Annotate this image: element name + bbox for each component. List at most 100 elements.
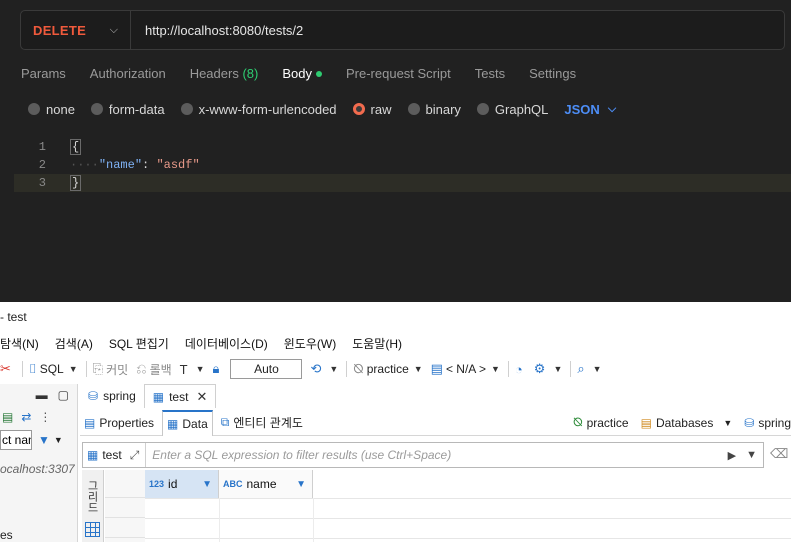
toolbar-separator (346, 361, 348, 377)
context-info: ⦰ practice ▤ Databases ▼ ⛁ spring (561, 415, 791, 430)
search-icon: ⌕ (577, 361, 585, 376)
dropdown-arrow-icon: ▼ (413, 364, 423, 374)
body-type-options: none form-data x-www-form-urlencoded raw… (28, 98, 616, 120)
body-option-binary[interactable]: binary (407, 102, 461, 117)
menu-sql-editor[interactable]: SQL 편집기 (109, 335, 169, 352)
dropdown-arrow-icon[interactable]: ▼ (54, 435, 63, 445)
schema-label: practice (586, 415, 629, 430)
rollback-button[interactable]: ⎌ 롤백 (136, 361, 172, 378)
filter-history-icon[interactable]: ▼ (746, 449, 757, 461)
body-option-form-data[interactable]: form-data (90, 102, 165, 117)
dropdown-arrow-icon: ▼ (68, 364, 78, 374)
tab-tests[interactable]: Tests (475, 66, 505, 81)
active-schema-select[interactable]: ⦰ practice ▼ (353, 361, 422, 377)
task-button[interactable]: ⚙ ▼ (534, 361, 563, 377)
body-editor[interactable]: 1 { 2 ····"name": "asdf" 3 } (14, 138, 791, 202)
tab-data[interactable]: ▦ Data (162, 409, 213, 436)
json-value: "asdf" (156, 158, 200, 172)
databases-label: Databases (655, 415, 714, 430)
apply-filter-icon[interactable]: ▶ (728, 449, 736, 462)
grid-line (145, 538, 791, 539)
search-button[interactable]: ⌕ ▼ (577, 361, 601, 377)
link-editor-icon[interactable]: ⇄ (21, 410, 31, 424)
text-type-icon: ABC (223, 479, 243, 489)
collapse-icon[interactable]: ▤ (2, 410, 13, 424)
sql-editor-button[interactable]: ⌷ SQL ▼ (29, 361, 78, 377)
connection-indicator[interactable]: ⛁ spring (744, 416, 791, 430)
tree-node-label[interactable]: es (0, 528, 13, 542)
navigator-filter-input[interactable] (0, 430, 32, 450)
column-header-name[interactable]: ABC name ▼ (219, 470, 313, 498)
dropdown-arrow-icon: ▼ (592, 364, 602, 374)
url-input[interactable]: http://localhost:8080/tests/2 (131, 23, 303, 38)
editor-line-current: 3 } (14, 174, 791, 192)
dropdown-arrow-icon: ▼ (329, 364, 339, 374)
menu-search[interactable]: 검색(A) (55, 335, 93, 352)
format-label: JSON (564, 101, 600, 117)
tab-pre-request-script[interactable]: Pre-request Script (346, 66, 451, 81)
auto-commit-field[interactable]: Auto (230, 359, 303, 379)
radio-icon (476, 103, 489, 115)
tab-headers[interactable]: Headers (8) (190, 66, 259, 81)
sort-dropdown-icon[interactable]: ▼ (202, 479, 212, 490)
numeric-type-icon: 123 (149, 479, 165, 489)
format-select[interactable]: JSON ⌵ (564, 102, 616, 117)
tab-label: Properties (99, 415, 155, 430)
editor-tab-label: spring (103, 389, 136, 403)
commit-button[interactable]: ⎘ 커밋 (93, 361, 129, 378)
tab-settings[interactable]: Settings (529, 66, 576, 81)
result-view-tabs: 그리드 (82, 470, 104, 542)
filter-expression-input[interactable]: Enter a SQL expression to filter results… (146, 448, 451, 462)
maximize-icon[interactable]: ▢ (58, 388, 69, 402)
row-header (105, 470, 145, 498)
column-header-id[interactable]: 123 id ▼ (145, 470, 219, 498)
row-header (105, 518, 145, 538)
expand-icon[interactable]: ⤢ (130, 448, 140, 463)
body-option-graphql[interactable]: GraphQL (476, 102, 548, 117)
connection-label: spring (758, 415, 791, 430)
method-select[interactable]: DELETE ⌵ (21, 11, 131, 49)
catalog-icon: ▤ (430, 361, 443, 376)
editor-line: 2 ····"name": "asdf" (14, 156, 791, 174)
transaction-mode-button[interactable]: T ▼ (180, 362, 205, 377)
menu-help[interactable]: 도움말(H) (352, 335, 402, 352)
tab-params[interactable]: Params (21, 66, 66, 81)
tab-properties[interactable]: ▤ Properties (80, 410, 158, 436)
editor-tab-test[interactable]: ▦ test ✕ (143, 384, 217, 408)
databases-indicator[interactable]: ▤ Databases ▼ (641, 416, 733, 430)
tab-er-diagram[interactable]: ⧉ 엔티티 관계도 (217, 410, 307, 436)
minimize-icon[interactable]: ▬ (36, 388, 48, 402)
toolbar-separator (570, 361, 572, 377)
eraser-icon[interactable]: ⌫ (770, 446, 788, 462)
catalog-label: < N/A > (445, 362, 486, 376)
sort-dropdown-icon[interactable]: ▼ (296, 479, 306, 490)
grid-icon[interactable] (85, 522, 100, 537)
body-option-none[interactable]: none (28, 102, 75, 117)
menu-window[interactable]: 윈도우(W) (284, 335, 336, 352)
schema-indicator[interactable]: ⦰ practice (573, 415, 629, 430)
code-text: ····"name": "asdf" (70, 158, 200, 172)
editor-tab-spring[interactable]: ⛁ spring (80, 384, 144, 408)
method-label: DELETE (33, 22, 87, 38)
results-grid: 그리드 123 id ▼ ABC name ▼ (82, 470, 791, 542)
catalog-select[interactable]: ▤ < N/A > ▼ (431, 361, 500, 377)
more-icon[interactable]: ⋮ (39, 410, 51, 424)
tab-body[interactable]: Body (282, 66, 322, 81)
rollback-icon: ⎌ (136, 361, 147, 376)
disconnect-button[interactable]: ✂ (0, 361, 14, 377)
close-icon[interactable]: ✕ (196, 389, 207, 405)
body-option-raw[interactable]: raw (352, 102, 392, 117)
menu-database[interactable]: 데이터베이스(D) (185, 335, 268, 352)
column-name: id (168, 477, 178, 491)
dashboard-button[interactable]: ◔ (515, 362, 526, 377)
history-button[interactable]: ⟲ ▼ (310, 361, 338, 377)
body-option-x-www-form-urlencoded[interactable]: x-www-form-urlencoded (180, 102, 337, 117)
menu-navigate[interactable]: 탐색(N) (0, 335, 39, 352)
tab-authorization[interactable]: Authorization (90, 66, 166, 81)
navigator-header: ▬ ▢ (0, 384, 77, 406)
lock-button[interactable]: 🔒︎ (213, 361, 223, 377)
filter-icon[interactable]: ▼ (38, 433, 50, 447)
navigator-tools: ▤ ⇄ ⋮ (0, 406, 77, 428)
connection-node[interactable]: ocalhost:3307 (0, 462, 77, 476)
vertical-tab-grid[interactable]: 그리드 (84, 480, 100, 513)
